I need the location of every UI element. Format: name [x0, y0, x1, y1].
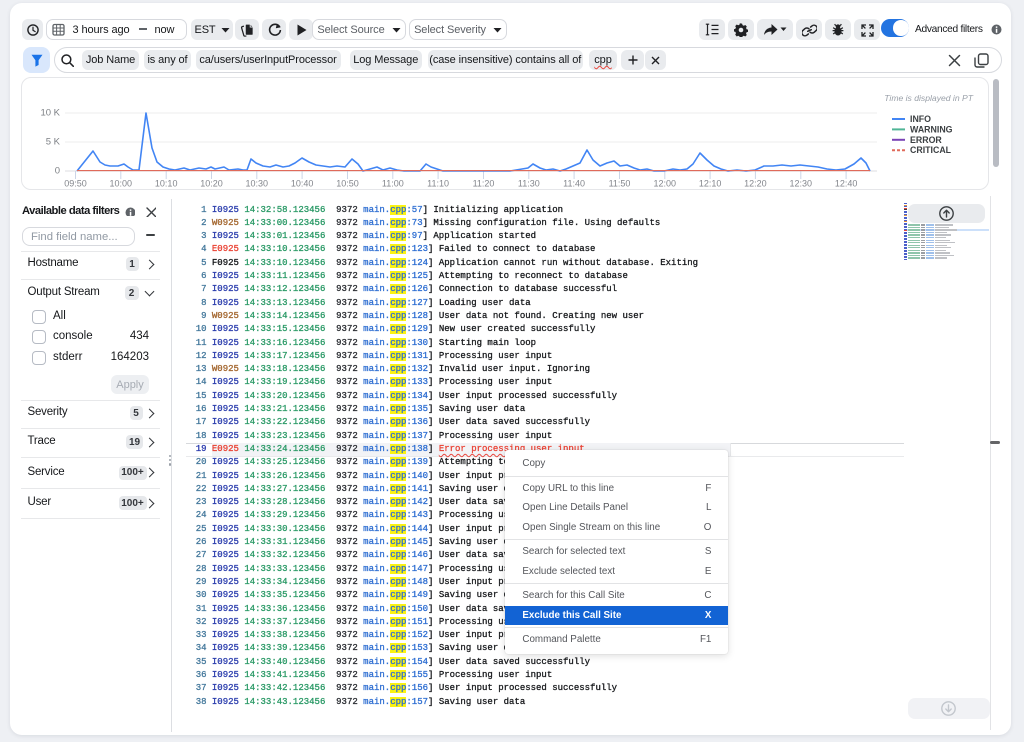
svg-text:10:30: 10:30 — [246, 179, 269, 189]
svg-text:10:00: 10:00 — [110, 179, 133, 189]
svg-text:10:40: 10:40 — [291, 179, 314, 189]
svg-text:10:50: 10:50 — [336, 179, 359, 189]
svg-text:11:40: 11:40 — [563, 179, 585, 189]
svg-text:ERROR: ERROR — [910, 135, 942, 145]
svg-text:11:10: 11:10 — [427, 179, 449, 189]
svg-text:10:20: 10:20 — [200, 179, 223, 189]
svg-text:12:10: 12:10 — [699, 179, 722, 189]
svg-text:11:20: 11:20 — [473, 179, 495, 189]
svg-text:09:50: 09:50 — [64, 179, 87, 189]
svg-text:12:20: 12:20 — [744, 179, 767, 189]
svg-text:11:00: 11:00 — [382, 179, 404, 189]
svg-text:INFO: INFO — [910, 114, 931, 124]
svg-text:0: 0 — [55, 166, 60, 177]
svg-text:5 K: 5 K — [46, 137, 61, 148]
svg-text:Time is displayed in PT: Time is displayed in PT — [884, 93, 974, 103]
svg-text:12:30: 12:30 — [790, 179, 813, 189]
svg-text:12:00: 12:00 — [654, 179, 677, 189]
svg-text:10:10: 10:10 — [155, 179, 178, 189]
svg-text:12:40: 12:40 — [835, 179, 858, 189]
svg-text:11:30: 11:30 — [518, 179, 540, 189]
svg-text:WARNING: WARNING — [910, 124, 953, 134]
svg-text:CRITICAL: CRITICAL — [910, 145, 952, 155]
svg-text:10 K: 10 K — [40, 108, 60, 119]
svg-text:11:50: 11:50 — [609, 179, 631, 189]
